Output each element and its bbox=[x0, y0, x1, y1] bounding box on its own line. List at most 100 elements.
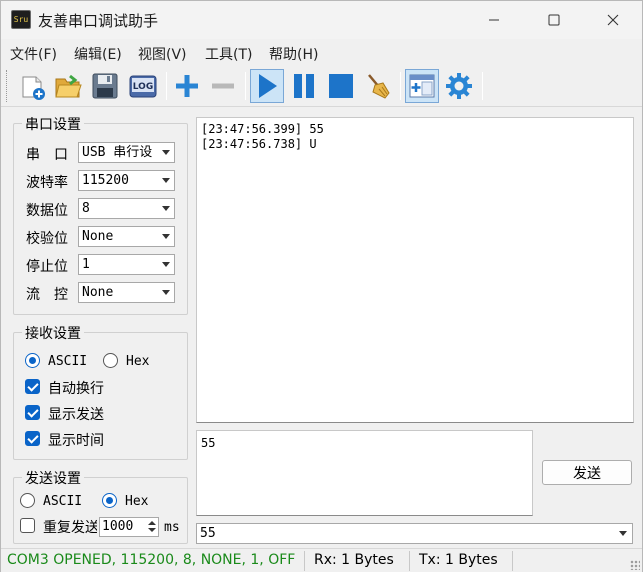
maximize-icon bbox=[548, 14, 560, 26]
port-combo[interactable]: USB 串行设 bbox=[78, 142, 175, 163]
serial-settings-title: 串口设置 bbox=[22, 114, 84, 134]
port-value: USB 串行设 bbox=[82, 145, 153, 160]
window-title: 友善串口调试助手 bbox=[38, 12, 159, 30]
stopbits-combo[interactable]: 1 bbox=[78, 254, 175, 275]
chevron-down-icon bbox=[619, 531, 627, 536]
app-icon: Sru bbox=[11, 10, 31, 29]
show-time-checkbox[interactable] bbox=[25, 431, 40, 446]
resize-grip[interactable] bbox=[630, 560, 640, 570]
send-history-combo[interactable]: 55 bbox=[196, 523, 633, 544]
repeat-send-checkbox[interactable] bbox=[20, 518, 35, 533]
pause-button[interactable] bbox=[287, 69, 321, 103]
toolbar-separator bbox=[245, 72, 246, 100]
flow-combo[interactable]: None bbox=[78, 282, 175, 303]
chevron-down-icon bbox=[162, 234, 170, 239]
title-bar[interactable]: Sru 友善串口调试助手 bbox=[1, 1, 642, 39]
app-window: Sru 友善串口调试助手 文件(F) 编辑(E) 视图(V) 工具(T) 帮助(… bbox=[0, 0, 643, 572]
chevron-down-icon bbox=[162, 178, 170, 183]
chevron-down-icon bbox=[162, 290, 170, 295]
save-button[interactable] bbox=[88, 69, 122, 103]
receive-hex-radio[interactable] bbox=[103, 353, 118, 368]
spin-up-icon[interactable] bbox=[148, 521, 156, 525]
send-button[interactable]: 发送 bbox=[542, 460, 632, 485]
port-label: 串 口 bbox=[26, 147, 68, 163]
repeat-send-label[interactable]: 重复发送 bbox=[43, 517, 97, 537]
menu-view[interactable]: 视图(V) bbox=[138, 44, 187, 64]
menu-bar: 文件(F) 编辑(E) 视图(V) 工具(T) 帮助(H) bbox=[1, 39, 642, 65]
menu-edit[interactable]: 编辑(E) bbox=[74, 44, 122, 64]
open-button[interactable] bbox=[51, 69, 85, 103]
new-button[interactable] bbox=[15, 69, 49, 103]
databits-value: 8 bbox=[82, 201, 90, 216]
open-folder-icon bbox=[55, 74, 82, 98]
status-separator bbox=[409, 551, 410, 571]
parity-label: 校验位 bbox=[26, 231, 68, 247]
minimize-button[interactable] bbox=[471, 1, 517, 39]
receive-textarea[interactable]: [23:47:56.399] 55 [23:47:56.738] U bbox=[196, 117, 634, 423]
send-textarea[interactable]: 55 bbox=[196, 430, 533, 516]
close-icon bbox=[607, 14, 619, 26]
databits-combo[interactable]: 8 bbox=[78, 198, 175, 219]
auto-wrap-checkbox[interactable] bbox=[25, 379, 40, 394]
chevron-down-icon bbox=[162, 262, 170, 267]
connection-status: COM3 OPENED, 115200, 8, NONE, 1, OFF bbox=[7, 552, 296, 568]
databits-label: 数据位 bbox=[26, 203, 68, 219]
clear-button[interactable] bbox=[361, 69, 395, 103]
receive-ascii-radio[interactable] bbox=[25, 353, 40, 368]
status-bar: COM3 OPENED, 115200, 8, NONE, 1, OFF Rx:… bbox=[1, 548, 642, 572]
send-hex-label[interactable]: Hex bbox=[125, 494, 148, 509]
send-hex-radio[interactable] bbox=[102, 493, 117, 508]
toolbar-separator bbox=[482, 72, 483, 100]
stopbits-label: 停止位 bbox=[26, 259, 68, 275]
menu-file[interactable]: 文件(F) bbox=[10, 44, 57, 64]
chevron-down-icon bbox=[162, 206, 170, 211]
baud-value: 115200 bbox=[82, 173, 129, 188]
auto-wrap-label[interactable]: 自动换行 bbox=[48, 378, 104, 398]
send-ascii-radio[interactable] bbox=[20, 493, 35, 508]
receive-settings-title: 接收设置 bbox=[22, 323, 84, 343]
minimize-icon bbox=[489, 19, 499, 21]
chevron-down-icon bbox=[162, 150, 170, 155]
settings-button[interactable] bbox=[442, 69, 476, 103]
toolbar-grip[interactable] bbox=[6, 70, 9, 102]
new-file-icon bbox=[22, 76, 45, 100]
flow-value: None bbox=[82, 285, 114, 300]
close-button[interactable] bbox=[590, 1, 636, 39]
settings-gear-icon bbox=[446, 73, 472, 99]
spin-down-icon[interactable] bbox=[148, 528, 156, 532]
receive-ascii-label[interactable]: ASCII bbox=[48, 354, 87, 369]
stop-button[interactable] bbox=[324, 69, 358, 103]
interval-value: 1000 bbox=[102, 519, 134, 534]
baud-combo[interactable]: 115200 bbox=[78, 170, 175, 191]
show-time-label[interactable]: 显示时间 bbox=[48, 430, 104, 450]
layout-button[interactable] bbox=[405, 69, 439, 103]
receive-hex-label[interactable]: Hex bbox=[126, 354, 149, 369]
stop-icon bbox=[329, 74, 353, 98]
toolbar-separator bbox=[166, 72, 167, 100]
rx-count: Rx: 1 Bytes bbox=[314, 552, 394, 568]
add-icon bbox=[176, 75, 198, 97]
baud-label: 波特率 bbox=[26, 175, 68, 191]
menu-help[interactable]: 帮助(H) bbox=[269, 44, 318, 64]
show-send-checkbox[interactable] bbox=[25, 405, 40, 420]
broom-clear-icon bbox=[368, 74, 390, 99]
send-text: 55 bbox=[201, 436, 216, 450]
start-button[interactable] bbox=[250, 69, 284, 103]
maximize-button[interactable] bbox=[531, 1, 577, 39]
history-value: 55 bbox=[200, 526, 216, 541]
show-send-label[interactable]: 显示发送 bbox=[48, 404, 104, 424]
menu-tools[interactable]: 工具(T) bbox=[205, 44, 252, 64]
repeat-interval-spinner[interactable]: 1000 bbox=[99, 517, 159, 537]
flow-label: 流 控 bbox=[26, 287, 68, 303]
log-button[interactable]: LOG bbox=[126, 69, 160, 103]
add-button[interactable] bbox=[170, 69, 204, 103]
remove-button[interactable] bbox=[206, 69, 240, 103]
parity-combo[interactable]: None bbox=[78, 226, 175, 247]
tx-count: Tx: 1 Bytes bbox=[419, 552, 498, 568]
send-ascii-label[interactable]: ASCII bbox=[43, 494, 82, 509]
receive-log-line: [23:47:56.738] U bbox=[201, 137, 317, 151]
parity-value: None bbox=[82, 229, 114, 244]
stopbits-value: 1 bbox=[82, 257, 90, 272]
status-separator bbox=[304, 551, 305, 571]
toolbar-separator bbox=[400, 72, 401, 100]
